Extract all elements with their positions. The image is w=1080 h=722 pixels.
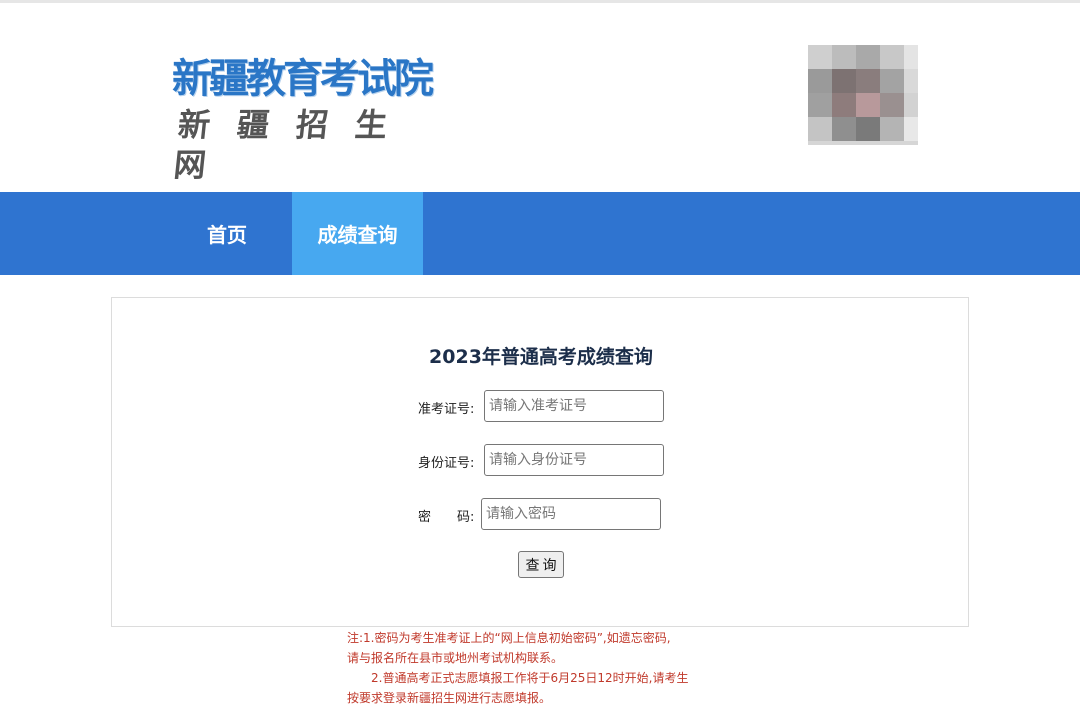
nav-item-score-query[interactable]: 成绩查询 — [292, 192, 423, 275]
query-panel: 2023年普通高考成绩查询 准考证号: 身份证号: 密 码: 查询 — [111, 297, 969, 627]
notice-line: 注:1.密码为考生准考证上的“网上信息初始密码”,如遗忘密码, — [347, 631, 671, 645]
exam-number-input[interactable] — [484, 390, 664, 422]
site-header: 新疆教育考试院 新疆招生网 — [0, 3, 1080, 192]
nav-item-home[interactable]: 首页 — [162, 192, 292, 275]
notice-line: 2.普通高考正式志愿填报工作将于6月25日12时开始,请考生 — [347, 671, 689, 685]
query-button[interactable]: 查询 — [518, 551, 564, 578]
notice-line: 按要求登录新疆招生网进行志愿填报。 — [347, 691, 552, 705]
notice-text: 注:1.密码为考生准考证上的“网上信息初始密码”,如遗忘密码, 请与报名所在县市… — [347, 628, 747, 708]
id-number-label: 身份证号: — [418, 456, 475, 471]
password-input[interactable] — [481, 498, 661, 530]
logo-subtitle: 新疆招生网 — [171, 106, 417, 184]
page-title: 2023年普通高考成绩查询 — [429, 346, 653, 368]
notice-line: 请与报名所在县市或地州考试机构联系。 — [347, 651, 564, 665]
logo-title: 新疆教育考试院 — [172, 56, 434, 102]
blurred-avatar-image — [808, 45, 918, 145]
exam-number-label: 准考证号: — [418, 402, 475, 417]
password-label: 密 码: — [418, 510, 475, 525]
site-logo[interactable]: 新疆教育考试院 新疆招生网 — [172, 55, 462, 184]
id-number-input[interactable] — [484, 444, 664, 476]
main-nav: 首页 成绩查询 — [0, 192, 1080, 275]
